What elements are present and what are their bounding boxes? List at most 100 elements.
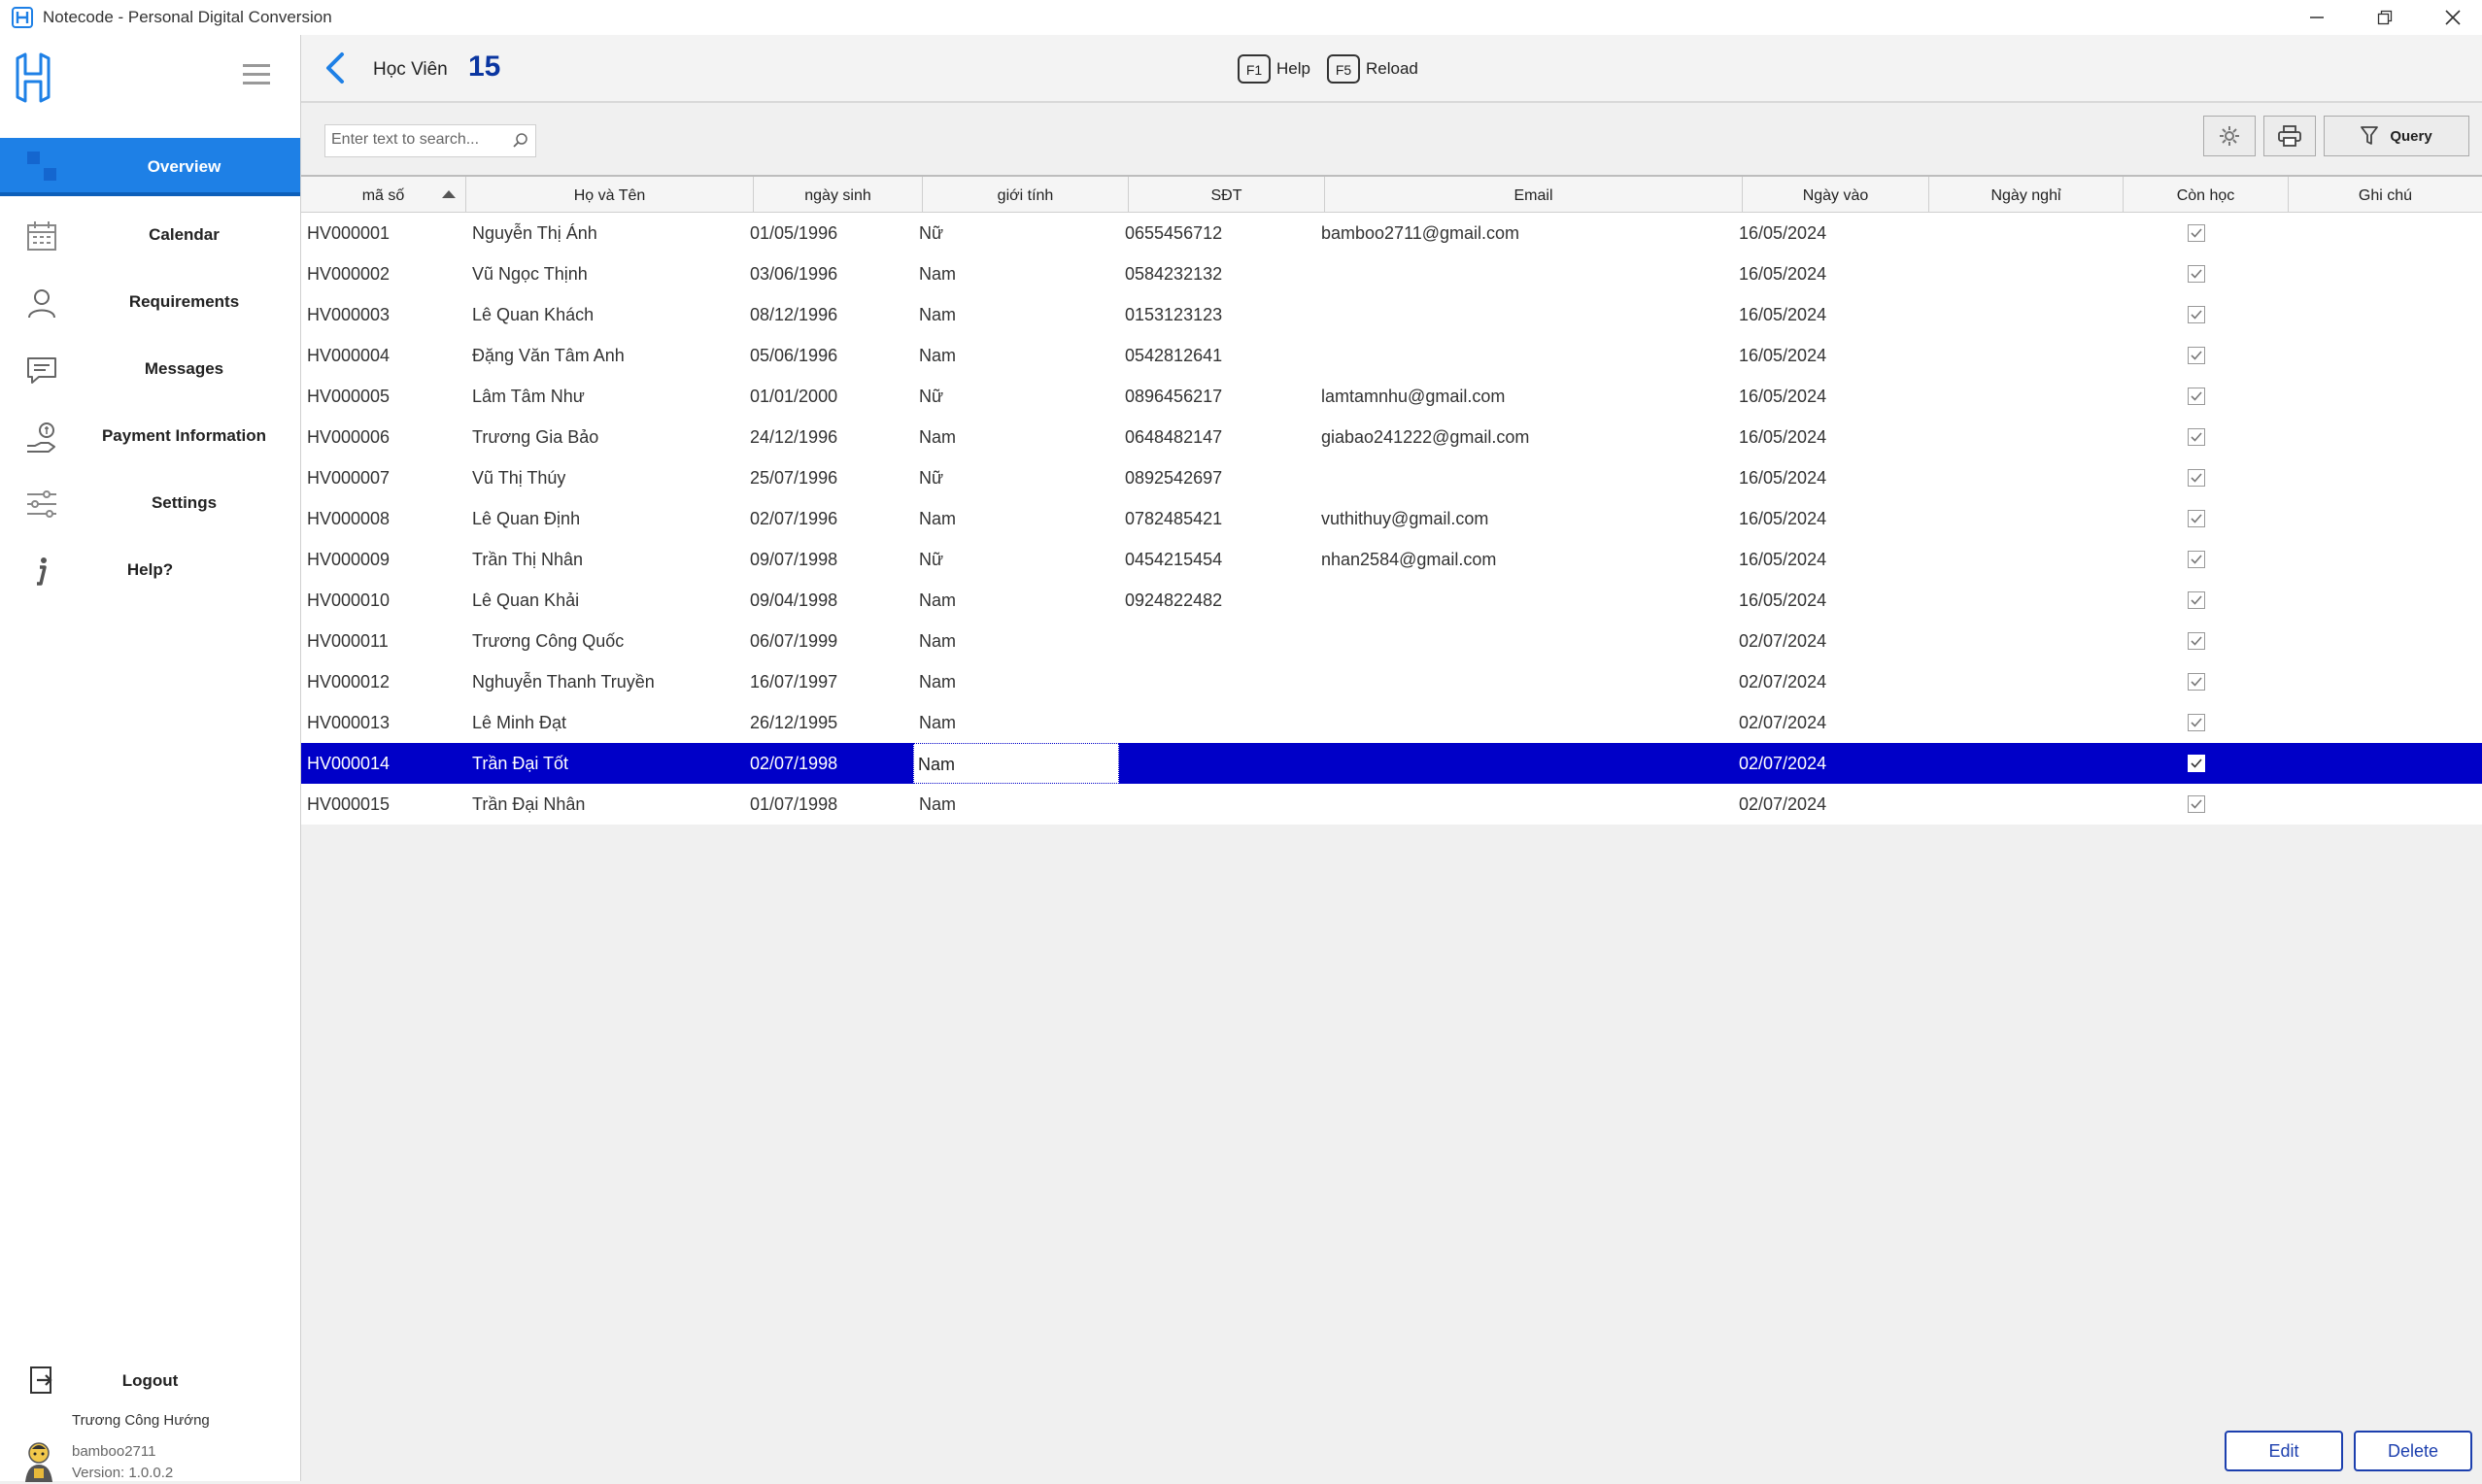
table-row[interactable]: HV000002 Vũ Ngọc Thịnh 03/06/1996 Nam 058423… [301, 253, 2482, 294]
table-cell[interactable]: nhan2584@gmail.com [1321, 539, 1496, 580]
help-key-badge[interactable]: F1 [1238, 54, 1271, 84]
table-cell[interactable]: HV000005 [307, 376, 390, 417]
table-cell[interactable]: Trần Đại Nhân [472, 784, 585, 825]
table-cell[interactable]: 16/05/2024 [1739, 376, 1826, 417]
table-row[interactable]: HV000014 Trần Đại Tốt 02/07/1998 Nam 02/07/2… [301, 743, 2482, 784]
table-row[interactable]: HV000012 Nghuyễn Thanh Truyền 16/07/1997 Na… [301, 661, 2482, 702]
enrolled-checkbox[interactable] [2188, 755, 2205, 772]
column-header-ngay-nghi[interactable]: Ngày nghỉ [1929, 177, 2124, 212]
table-row[interactable]: HV000007 Vũ Thị Thúy 25/07/1996 Nữ 089254269… [301, 457, 2482, 498]
table-cell[interactable]: 02/07/1996 [750, 498, 837, 539]
table-row[interactable]: HV000011 Trương Công Quốc 06/07/1999 Nam 02/… [301, 621, 2482, 661]
table-cell[interactable]: HV000013 [307, 702, 390, 743]
column-header-con-hoc[interactable]: Còn học [2124, 177, 2289, 212]
table-cell[interactable]: Nam [919, 498, 956, 539]
table-cell[interactable]: Lê Quan Định [472, 498, 580, 539]
table-cell[interactable]: 0655456712 [1125, 213, 1222, 253]
table-cell[interactable]: Trương Công Quốc [472, 621, 624, 661]
table-row[interactable]: HV000013 Lê Minh Đạt 26/12/1995 Nam 02/07/20… [301, 702, 2482, 743]
table-cell[interactable]: 0648482147 [1125, 417, 1222, 457]
logout-button[interactable]: Logout [0, 1358, 300, 1406]
restore-button[interactable] [2351, 0, 2419, 35]
back-arrow-icon[interactable] [323, 51, 348, 85]
table-cell[interactable]: 03/06/1996 [750, 253, 837, 294]
table-row[interactable]: HV000005 Lâm Tâm Như 01/01/2000 Nữ 089645621… [301, 376, 2482, 417]
column-header-ngay-vao[interactable]: Ngày vào [1743, 177, 1929, 212]
table-cell[interactable]: 09/04/1998 [750, 580, 837, 621]
table-cell[interactable]: HV000009 [307, 539, 390, 580]
nav-payment-information[interactable]: Payment Information [0, 407, 300, 465]
table-cell[interactable]: 16/05/2024 [1739, 294, 1826, 335]
table-cell[interactable]: Nam [919, 253, 956, 294]
table-cell[interactable]: 02/07/2024 [1739, 621, 1826, 661]
table-cell[interactable]: Nguyễn Thị Ánh [472, 213, 597, 253]
table-cell[interactable]: giabao241222@gmail.com [1321, 417, 1529, 457]
table-cell[interactable]: Trương Gia Bảo [472, 417, 598, 457]
enrolled-checkbox[interactable] [2188, 714, 2205, 731]
table-cell[interactable]: HV000006 [307, 417, 390, 457]
close-button[interactable] [2419, 0, 2482, 35]
table-cell[interactable]: Nữ [919, 457, 943, 498]
table-cell[interactable]: HV000001 [307, 213, 390, 253]
table-cell[interactable]: 0924822482 [1125, 580, 1222, 621]
table-row[interactable]: HV000008 Lê Quan Định 02/07/1996 Nam 0782485… [301, 498, 2482, 539]
table-cell[interactable]: 0454215454 [1125, 539, 1222, 580]
table-cell[interactable]: 16/05/2024 [1739, 335, 1826, 376]
table-cell[interactable]: 0892542697 [1125, 457, 1222, 498]
column-header-sdt[interactable]: SĐT [1129, 177, 1325, 212]
table-cell[interactable]: bamboo2711@gmail.com [1321, 213, 1519, 253]
table-cell[interactable]: 02/07/2024 [1739, 702, 1826, 743]
table-row[interactable]: HV000006 Trương Gia Bảo 24/12/1996 Nam 06484… [301, 417, 2482, 457]
table-cell[interactable]: Nam [919, 417, 956, 457]
table-cell[interactable]: Trần Đại Tốt [472, 743, 568, 784]
nav-requirements[interactable]: Requirements [0, 273, 300, 331]
table-cell[interactable]: Nữ [919, 376, 943, 417]
enrolled-checkbox[interactable] [2188, 469, 2205, 487]
reload-key-badge[interactable]: F5 [1327, 54, 1360, 84]
table-cell[interactable]: Nam [919, 294, 956, 335]
table-cell[interactable]: 02/07/2024 [1739, 784, 1826, 825]
column-header-ma-so[interactable]: mã số [301, 177, 466, 212]
table-cell[interactable]: 16/05/2024 [1739, 213, 1826, 253]
table-cell[interactable]: 08/12/1996 [750, 294, 837, 335]
enrolled-checkbox[interactable] [2188, 591, 2205, 609]
enrolled-checkbox[interactable] [2188, 388, 2205, 405]
search-icon[interactable] [512, 132, 529, 150]
table-cell[interactable]: Vũ Ngọc Thịnh [472, 253, 588, 294]
enrolled-checkbox[interactable] [2188, 306, 2205, 323]
nav-overview[interactable]: Overview [0, 138, 300, 196]
table-cell[interactable]: Lâm Tâm Như [472, 376, 585, 417]
table-cell[interactable]: 16/05/2024 [1739, 253, 1826, 294]
table-cell[interactable]: HV000003 [307, 294, 390, 335]
column-header-ngay-sinh[interactable]: ngày sinh [754, 177, 923, 212]
table-row[interactable]: HV000010 Lê Quan Khải 09/04/1998 Nam 0924822… [301, 580, 2482, 621]
nav-help[interactable]: Help? [0, 541, 300, 599]
search-input[interactable] [325, 125, 506, 154]
table-cell[interactable]: Nam [919, 702, 956, 743]
column-header-gioi-tinh[interactable]: giới tính [923, 177, 1129, 212]
table-row[interactable]: HV000009 Trần Thị Nhân 09/07/1998 Nữ 0454215… [301, 539, 2482, 580]
table-cell[interactable]: 02/07/1998 [750, 743, 837, 784]
enrolled-checkbox[interactable] [2188, 632, 2205, 650]
table-cell[interactable]: Lê Minh Đạt [472, 702, 566, 743]
table-cell[interactable]: HV000008 [307, 498, 390, 539]
table-cell[interactable]: Nam [919, 621, 956, 661]
table-cell[interactable]: 01/01/2000 [750, 376, 837, 417]
enrolled-checkbox[interactable] [2188, 551, 2205, 568]
table-cell[interactable]: 26/12/1995 [750, 702, 837, 743]
enrolled-checkbox[interactable] [2188, 428, 2205, 446]
table-cell[interactable]: HV000015 [307, 784, 390, 825]
table-cell[interactable]: Trần Thị Nhân [472, 539, 583, 580]
enrolled-checkbox[interactable] [2188, 224, 2205, 242]
table-cell[interactable]: HV000014 [307, 743, 390, 784]
table-row[interactable]: HV000003 Lê Quan Khách 08/12/1996 Nam 015312… [301, 294, 2482, 335]
table-cell[interactable]: HV000004 [307, 335, 390, 376]
table-cell[interactable]: 16/05/2024 [1739, 539, 1826, 580]
table-cell[interactable]: 16/05/2024 [1739, 580, 1826, 621]
enrolled-checkbox[interactable] [2188, 673, 2205, 691]
menu-toggle-icon[interactable] [243, 64, 270, 87]
table-cell[interactable]: 16/07/1997 [750, 661, 837, 702]
table-cell[interactable]: Nữ [919, 213, 943, 253]
table-cell[interactable]: lamtamnhu@gmail.com [1321, 376, 1505, 417]
table-cell[interactable]: 05/06/1996 [750, 335, 837, 376]
